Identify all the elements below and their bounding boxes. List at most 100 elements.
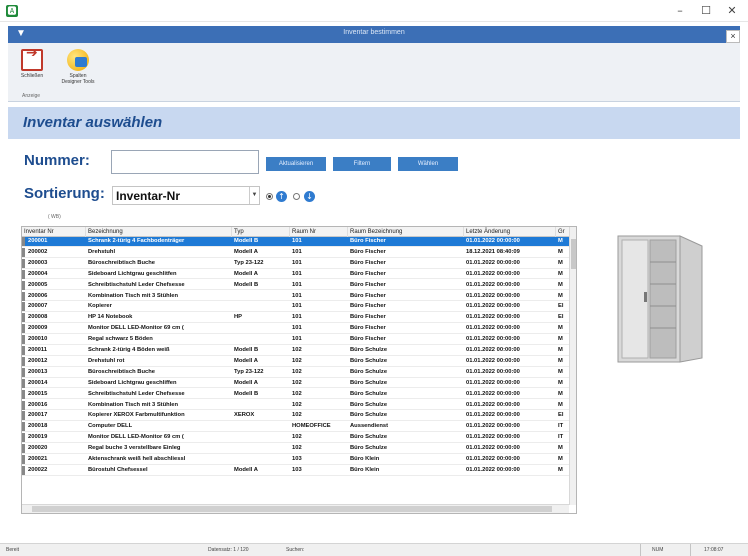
table-row[interactable]: 200014 Sideboard Lichtgrau geschliffen Mod… <box>22 378 570 389</box>
column-header[interactable]: Inventar Nr <box>22 227 86 237</box>
column-header[interactable]: Typ <box>232 227 290 237</box>
column-header[interactable]: Raum Nr <box>290 227 348 237</box>
table-row[interactable]: 200019 Monitor DELL LED-Monitor 69 cm (10… <box>22 433 570 443</box>
table-row[interactable]: 200015 Schreibtischstuhl Leder Chefsesse M… <box>22 389 570 400</box>
table-cell: 200019 <box>28 434 48 441</box>
form-close-button[interactable]: × <box>726 30 740 43</box>
table-cell: El <box>558 412 564 419</box>
table-cell: Büro Fischer <box>350 292 386 299</box>
table-row[interactable]: 200022 Bürostuhl Chefsessel Modell A 103 Bür… <box>22 465 570 476</box>
scroll-thumb[interactable] <box>571 239 576 269</box>
table-cell: Schreibtischstuhl Leder Chefsesse <box>88 390 185 397</box>
scroll-thumb[interactable] <box>32 506 552 512</box>
table-cell: 01.01.2022 00:00:00 <box>466 412 520 419</box>
table-row[interactable]: 200017 Kopierer XEROX Farbmultifunktion XE… <box>22 411 570 422</box>
table-cell: Kopierer <box>88 303 112 310</box>
table-cell: Büro Fischer <box>350 248 386 255</box>
column-designer-button[interactable]: Spalten Designer Tools <box>60 47 96 91</box>
table-cell: 01.01.2022 00:00:00 <box>466 259 520 266</box>
sort-ascending-radio[interactable] <box>266 193 273 200</box>
close-form-button[interactable]: Schließen <box>14 47 50 91</box>
column-header[interactable]: Letzte Änderung <box>464 227 556 237</box>
vertical-scrollbar[interactable] <box>569 227 576 505</box>
table-row[interactable]: 200006 Kombination Tisch mit 3 Stühlen 101… <box>22 291 570 302</box>
table-cell: 102 <box>292 347 302 353</box>
table-cell: Computer DELL <box>88 423 133 430</box>
table-cell: El <box>558 314 564 321</box>
table-cell: Regal buche 3 verstellbare Einleg <box>88 445 181 452</box>
row-indicator <box>22 237 25 246</box>
table-row[interactable]: 200002 Drehstuhl Modell A 101 Büro Fischer 18… <box>22 247 570 258</box>
table-row[interactable]: 200009 Monitor DELL LED-Monitor 69 cm (10… <box>22 324 570 334</box>
table-cell: Modell A <box>234 248 258 255</box>
table-cell: 101 <box>292 281 302 288</box>
column-header[interactable]: Raum Bezeichnung <box>348 227 464 237</box>
status-separator <box>690 544 691 556</box>
table-cell: Büro Schulze <box>350 412 388 419</box>
app-icon: 🅰 <box>6 5 18 17</box>
column-header[interactable]: Bezeichnung <box>86 227 232 237</box>
row-indicator <box>22 367 25 377</box>
horizontal-scrollbar[interactable] <box>22 504 569 513</box>
table-cell: 01.01.2022 00:00:00 <box>466 314 520 321</box>
column-header[interactable]: Gr <box>556 227 570 237</box>
table-row[interactable]: 200018 Computer DELL HOMEOFFICE Aussendiens… <box>22 422 570 433</box>
table-row[interactable]: 200005 Schreibtischstuhl Leder Chefsesse M… <box>22 280 570 291</box>
nummer-input[interactable] <box>111 150 259 174</box>
table-cell: 200002 <box>28 248 48 255</box>
table-cell <box>232 444 288 453</box>
close-button[interactable]: ✕ <box>722 4 742 17</box>
table-cell: HOMEOFFICE <box>292 423 331 430</box>
table-row[interactable]: 200016 Kombination Tisch mit 3 Stühlen 102… <box>22 400 570 411</box>
table-row[interactable]: 200008 HP 14 Notebook HP 101 Büro Fischer 01.… <box>22 313 570 324</box>
sort-select[interactable]: Inventar-Nr ▼ <box>112 186 260 205</box>
table-cell: 01.01.2022 00:00:00 <box>466 456 520 462</box>
table-row[interactable]: 200021 Aktenschrank weiß hell abschliessl… <box>22 455 570 465</box>
table-cell: M <box>558 281 563 288</box>
refresh-button[interactable]: Aktualisieren <box>266 157 326 171</box>
chevron-down-icon: ▼ <box>249 187 259 204</box>
table-cell: 01.01.2022 00:00:00 <box>466 445 520 452</box>
table-cell: Büro Schulze <box>350 368 388 375</box>
table-cell: Büro Schulze <box>350 347 388 353</box>
table-cell: 200011 <box>28 347 48 353</box>
table-row[interactable]: 200007 Kopierer 101 Büro Fischer 01.01.2022 … <box>22 302 570 313</box>
table-cell: 200021 <box>28 456 48 462</box>
table-row[interactable]: 200020 Regal buche 3 verstellbare Einleg 1… <box>22 444 570 454</box>
table-row[interactable]: 200001 Schrank 2-türig 4 Fachbodenträger M… <box>22 237 570 247</box>
column-designer-label: Spalten Designer Tools <box>61 73 95 85</box>
table-cell: M <box>558 445 563 452</box>
table-row[interactable]: 200010 Regal schwarz 5 Böden 101 Büro Fisch… <box>22 335 570 345</box>
table-cell: 103 <box>292 456 302 462</box>
maximize-button[interactable]: ☐ <box>696 4 716 17</box>
sort-descending-radio[interactable] <box>293 193 300 200</box>
table-cell: 01.01.2022 00:00:00 <box>466 379 520 386</box>
table-cell: Büro Klein <box>350 466 380 473</box>
page-heading-band: Inventar auswählen <box>8 107 740 139</box>
table-cell: M <box>558 270 563 277</box>
table-row[interactable]: 200004 Sideboard Lichtgrau geschlitfen Mod… <box>22 269 570 280</box>
designer-icon <box>67 49 89 71</box>
table-row[interactable]: 200012 Drehstuhl rot Modell A 102 Büro Schul… <box>22 356 570 367</box>
table-cell: Büro Fischer <box>350 325 386 332</box>
table-row[interactable]: 200011 Schrank 2-türig 4 Böden weiß Modell… <box>22 346 570 356</box>
table-cell: Drehstuhl rot <box>88 357 125 364</box>
row-indicator <box>22 291 25 301</box>
table-cell: 103 <box>292 466 302 473</box>
table-cell: Kombination Tisch mit 3 Stühlen <box>88 401 179 408</box>
table-cell: Sideboard Lichtgrau geschlitfen <box>88 270 177 277</box>
select-button[interactable]: Wählen <box>398 157 458 171</box>
table-cell: Bürostuhl Chefsessel <box>88 466 148 473</box>
table-cell <box>232 292 288 301</box>
inventory-grid[interactable]: Inventar Nr Bezeichnung Typ Raum Nr Raum… <box>21 226 577 514</box>
status-numlock: NUM <box>652 547 664 553</box>
filter-button[interactable]: Filtern <box>333 157 391 171</box>
minimize-button[interactable]: – <box>670 4 690 17</box>
status-separator <box>640 544 641 556</box>
row-indicator <box>22 247 25 257</box>
exit-icon <box>21 49 43 71</box>
app-window: 🅰 – ☐ ✕ ▼ Inventar bestimmen × Schließen… <box>0 0 748 556</box>
table-row[interactable]: 200013 Büroschreibtisch Buche Typ 23-122 10… <box>22 367 570 378</box>
table-cell: M <box>558 292 563 299</box>
table-row[interactable]: 200003 Büroschreibtisch Buche Typ 23-122 10… <box>22 258 570 269</box>
